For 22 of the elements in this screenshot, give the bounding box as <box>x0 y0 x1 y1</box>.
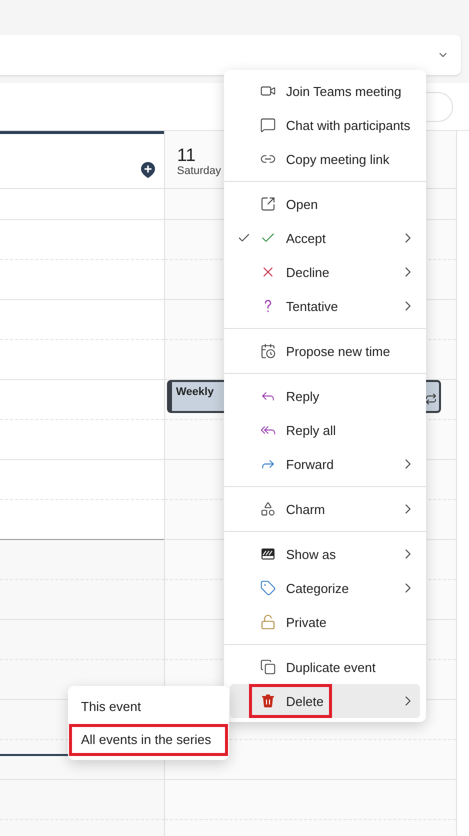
day-name: Saturday <box>177 165 222 177</box>
menu-item[interactable]: Decline <box>230 255 420 289</box>
menu-item[interactable]: Copy meeting link <box>230 142 420 176</box>
menu-item[interactable]: Categorize <box>230 571 420 605</box>
menu-item[interactable]: Charm <box>230 492 420 526</box>
menu-item[interactable]: Delete <box>230 684 420 718</box>
menu-item[interactable]: Chat with participants <box>230 108 420 142</box>
submenu-item[interactable]: All events in the series <box>68 723 229 756</box>
submenu-item[interactable]: This event <box>68 690 229 723</box>
day-number: 11 <box>177 145 196 165</box>
event-title: Weekly <box>176 386 214 398</box>
menu-item[interactable]: Duplicate event <box>230 650 420 684</box>
menu-item[interactable]: Tentative <box>230 289 420 323</box>
menu-item[interactable]: Propose new time <box>230 334 420 368</box>
menu-item[interactable]: Private <box>230 605 420 639</box>
menu-item[interactable]: Join Teams meeting <box>230 74 420 108</box>
menu-item[interactable]: Accept <box>230 221 420 255</box>
menu-item[interactable]: Reply all <box>230 413 420 447</box>
menu-item[interactable]: Reply <box>230 379 420 413</box>
menu-item[interactable]: Forward <box>230 447 420 481</box>
menu-item[interactable]: Open <box>230 187 420 221</box>
menu-item[interactable]: Show as <box>230 537 420 571</box>
